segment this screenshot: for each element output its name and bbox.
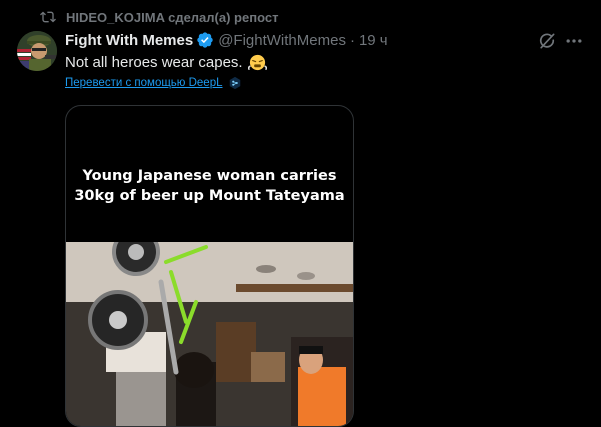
face-with-steam-emoji (247, 54, 267, 71)
avatar[interactable] (17, 31, 57, 71)
translate-link[interactable]: Перевести с помощью DeepL (65, 77, 223, 89)
deepl-icon (229, 76, 240, 90)
translate-row[interactable]: Перевести с помощью DeepL (65, 76, 242, 90)
handle[interactable]: @FightWithMemes (218, 32, 346, 49)
media-card[interactable]: Young Japanese woman carries 30kg of bee… (65, 105, 354, 427)
media-caption-line-2: 30kg of beer up Mount Tateyama (74, 188, 345, 204)
repost-indicator[interactable]: HIDEO_KOJIMA сделал(а) репост (40, 9, 278, 25)
grok-icon[interactable] (537, 31, 557, 51)
tweet-body: Not all heroes wear capes. (65, 54, 243, 71)
more-options-icon[interactable] (564, 31, 584, 51)
media-caption: Young Japanese woman carries 30kg of bee… (66, 166, 353, 206)
media-caption-line-1: Young Japanese woman carries (82, 168, 337, 184)
avatar-image (17, 31, 57, 71)
verified-badge-icon (197, 32, 213, 48)
tweet-text: Not all heroes wear capes. (65, 53, 267, 72)
repost-icon (40, 11, 56, 23)
tweet-header: Fight With Memes @FightWithMemes · 19 ч (65, 30, 388, 50)
display-name[interactable]: Fight With Memes (65, 32, 193, 49)
repost-label[interactable]: HIDEO_KOJIMA сделал(а) репост (66, 10, 278, 25)
video-frame[interactable] (66, 242, 353, 427)
separator-dot: · (349, 31, 355, 49)
timestamp[interactable]: 19 ч (359, 32, 388, 49)
